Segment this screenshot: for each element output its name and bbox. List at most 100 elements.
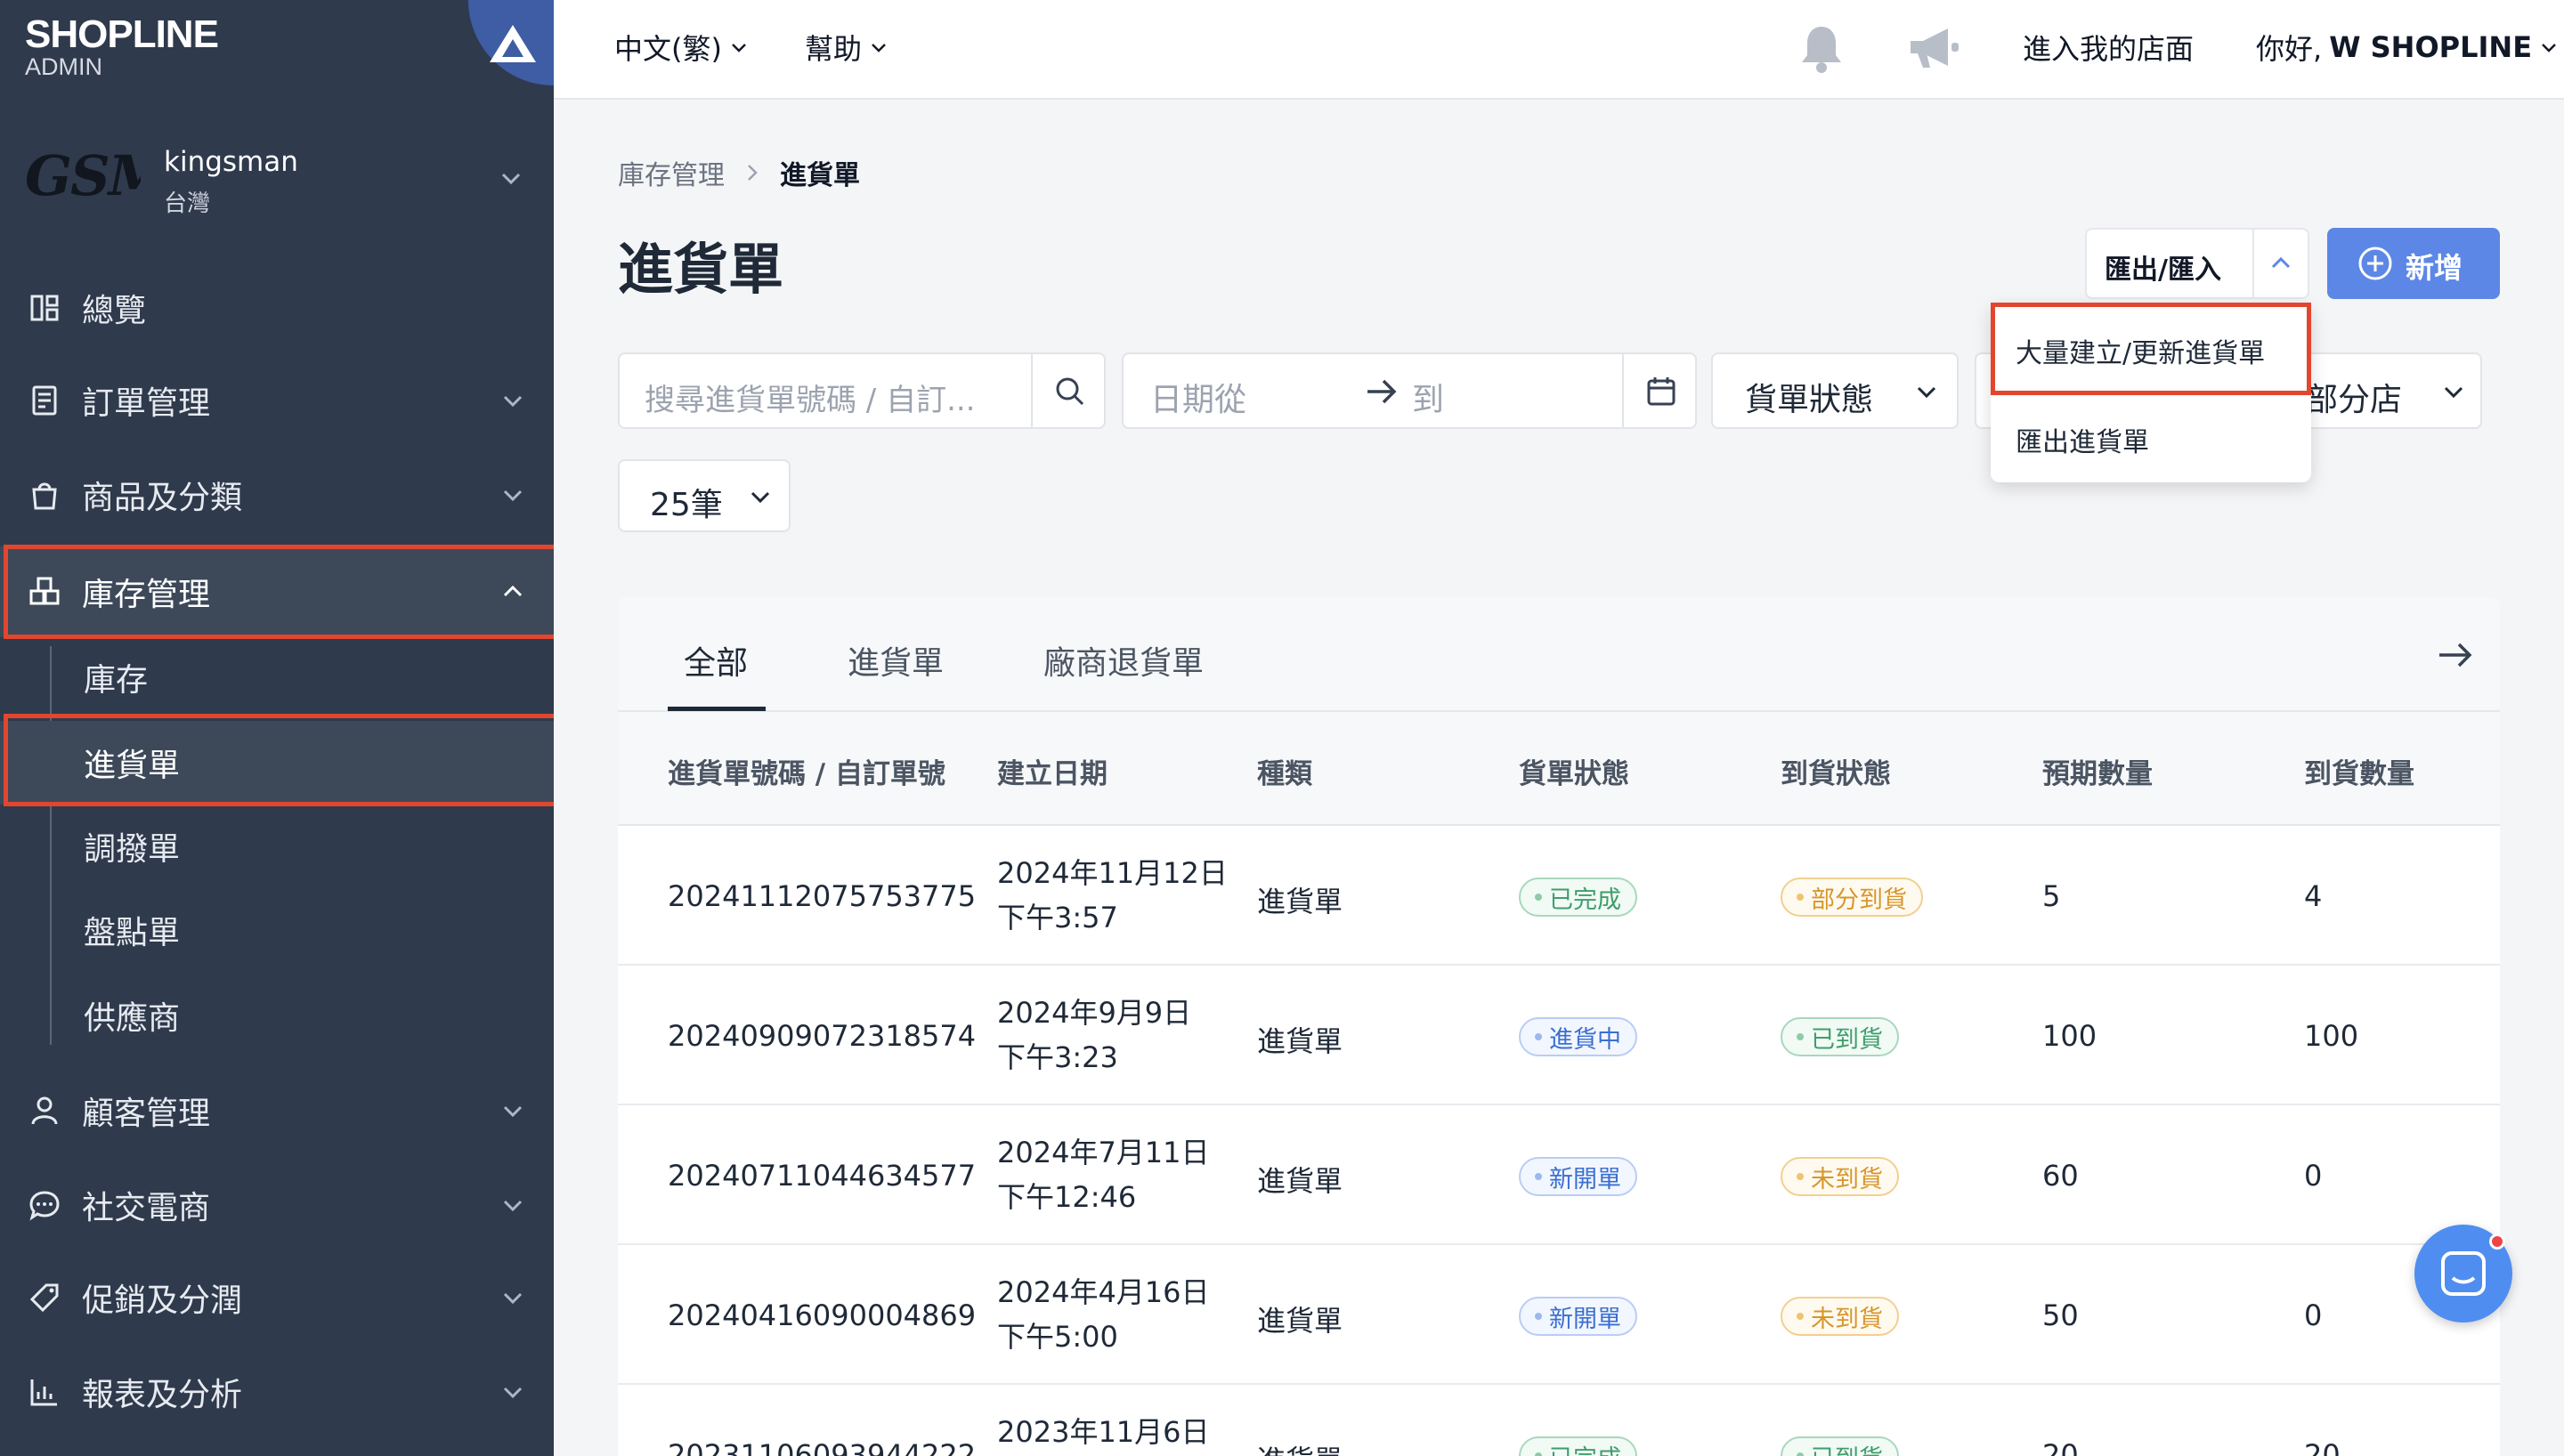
order-id[interactable]: 20240909072318574 [668,1019,976,1053]
sidebar-item-promotions[interactable]: 促銷及分潤 [0,1251,554,1344]
brand-logo[interactable]: SHOPLINE ADMIN [0,0,554,100]
table-row[interactable]: 20240909072318574 2024年9月9日 下午3:23 進貨單 進… [618,966,2500,1105]
search-input[interactable]: 搜尋進貨單號碼 / 自訂... [618,352,1106,429]
sidebar-item-reports[interactable]: 報表及分析 [0,1346,554,1438]
sidebar-item-social-commerce[interactable]: 社交電商 [0,1159,554,1251]
order-id[interactable]: 20240416090004869 [668,1298,976,1332]
dropdown-item-export[interactable]: 匯出進貨單 [2016,420,2149,459]
received-qty: 0 [2304,1159,2323,1193]
sidebar-subitem-stock[interactable]: 庫存 [0,635,554,719]
divider [1031,354,1033,427]
status-badge-label: 進貨中 [1549,1025,1621,1054]
arrival-badge: 部分到貨 [1781,878,1923,917]
column-header: 到貨數量 [2304,758,2414,790]
tab-active-indicator [668,707,766,711]
sidebar-item-inventory[interactable]: 庫存管理 [0,546,554,637]
tab-all[interactable]: 全部 [684,637,748,684]
chevron-down-icon [872,44,886,53]
created-date-day: 2024年7月11日 [997,1136,1210,1169]
notifications-button[interactable] [1797,21,1846,75]
sidebar-subitem-supplier[interactable]: 供應商 [0,974,554,1057]
sidebar-collapse-toggle[interactable] [468,0,554,85]
created-date: 2024年4月16日 下午5:00 [997,1270,1210,1359]
arrow-right-icon[interactable] [2436,637,2475,673]
status-badge: 已完成 [1519,878,1637,917]
table-row[interactable]: 20240711044634577 2024年7月11日 下午12:46 進貨單… [618,1105,2500,1245]
chevron-down-icon [503,1105,523,1118]
created-date: 2024年11月12日 下午3:57 [997,851,1228,940]
status-filter-select[interactable]: 貨單狀態 [1711,352,1959,429]
dropdown-item-bulk-create[interactable]: 大量建立/更新進貨單 [2016,331,2265,370]
order-id[interactable]: 20231106093944222 [668,1438,976,1456]
store-switcher[interactable]: GSM kingsman 台灣 [0,133,554,231]
tab-purchase-orders[interactable]: 進貨單 [848,637,944,684]
arrival-badge-label: 已到貨 [1811,1025,1883,1054]
chat-launcher-button[interactable] [2414,1225,2512,1323]
received-qty: 20 [2304,1438,2341,1456]
unread-dot [2489,1234,2505,1250]
sidebar-subitem-label: 調撥單 [84,831,181,868]
table-row[interactable]: 20241112075753775 2024年11月12日 下午3:57 進貨單… [618,826,2500,966]
date-from-placeholder: 日期從 [1150,382,1247,418]
sidebar-item-dashboard[interactable]: 總覽 [0,262,554,354]
order-id[interactable]: 20241112075753775 [668,879,976,913]
breadcrumb: 庫存管理 進貨單 [618,153,860,192]
arrival-badge: 未到貨 [1781,1157,1899,1196]
sidebar-item-customers[interactable]: 顧客管理 [0,1064,554,1157]
brand-logo-text: SHOPLINE [25,12,219,56]
sidebar-subitem-stocktake[interactable]: 盤點單 [0,888,554,972]
sidebar: SHOPLINE ADMIN GSM kingsman 台灣 總覽 訂單管理 商… [0,0,554,1456]
chat-bubble-icon [27,1187,62,1223]
export-import-button[interactable]: 匯出/匯入 [2085,228,2309,299]
search-placeholder: 搜尋進貨單號碼 / 自訂... [645,383,976,418]
received-qty: 4 [2304,879,2323,913]
sidebar-item-label: 促銷及分潤 [82,1282,243,1319]
sidebar-subitem-purchase-order[interactable]: 進貨單 [0,721,554,805]
column-header: 建立日期 [997,758,1108,790]
store-filter-label: 部分店 [2306,382,2403,418]
bag-icon [27,477,62,513]
status-filter-label: 貨單狀態 [1745,382,1874,418]
plus-circle-icon [2358,247,2392,280]
arrival-badge: 已到貨 [1781,1017,1899,1056]
add-new-button[interactable]: 新增 [2327,228,2500,299]
sidebar-subitem-label: 進貨單 [84,748,181,784]
purchase-order-table-card: 全部 進貨單 廠商退貨單 進貨單號碼 / 自訂單號 建立日期 種類 貨單狀態 到… [618,598,2500,1456]
column-header: 進貨單號碼 / 自訂單號 [668,758,945,790]
user-menu[interactable]: 你好, W SHOPLINE [2256,27,2559,68]
store-region: 台灣 [164,190,211,217]
expected-qty: 20 [2042,1438,2079,1456]
column-header: 到貨狀態 [1781,758,1891,790]
add-new-label: 新增 [2406,251,2463,285]
status-badge: 新開單 [1519,1297,1637,1336]
status-badge: 新開單 [1519,1157,1637,1196]
help-menu[interactable]: 幫助 [805,27,888,68]
column-header: 貨單狀態 [1519,758,1629,790]
greeting-label: 你好, [2256,32,2323,66]
enter-store-label: 進入我的店面 [2023,32,2195,66]
received-qty: 0 [2304,1298,2323,1332]
enter-store-link[interactable]: 進入我的店面 [2023,27,2194,68]
created-date-time: 下午3:57 [997,901,1118,934]
table-row[interactable]: 20240416090004869 2024年4月16日 下午5:00 進貨單 … [618,1245,2500,1385]
table-header: 進貨單號碼 / 自訂單號 建立日期 種類 貨單狀態 到貨狀態 預期數量 到貨數量 [618,712,2500,826]
chevron-right-icon [748,165,758,181]
sidebar-item-products[interactable]: 商品及分類 [0,449,554,541]
table-row[interactable]: 20231106093944222 2023年11月6日 進貨單 已完成 已到貨… [618,1385,2500,1456]
status-badge-label: 新開單 [1549,1305,1621,1333]
search-icon[interactable] [1052,374,1088,409]
sidebar-subitem-transfer[interactable]: 調撥單 [0,805,554,888]
tab-vendor-returns[interactable]: 廠商退貨單 [1043,637,1204,684]
sidebar-item-orders[interactable]: 訂單管理 [0,354,554,447]
created-date-day: 2024年11月12日 [997,856,1228,890]
announcements-button[interactable] [1905,23,1960,73]
order-type: 進貨單 [1257,1164,1343,1198]
language-selector[interactable]: 中文(繁) [614,27,749,68]
date-range-picker[interactable]: 日期從 到 [1122,352,1697,429]
page-size-select[interactable]: 25筆 [618,459,791,532]
created-date-day: 2023年11月6日 [997,1415,1210,1449]
breadcrumb-parent[interactable]: 庫存管理 [618,153,725,192]
tag-icon [27,1280,62,1315]
order-id[interactable]: 20240711044634577 [668,1159,976,1193]
status-badge-label: 新開單 [1549,1165,1621,1193]
